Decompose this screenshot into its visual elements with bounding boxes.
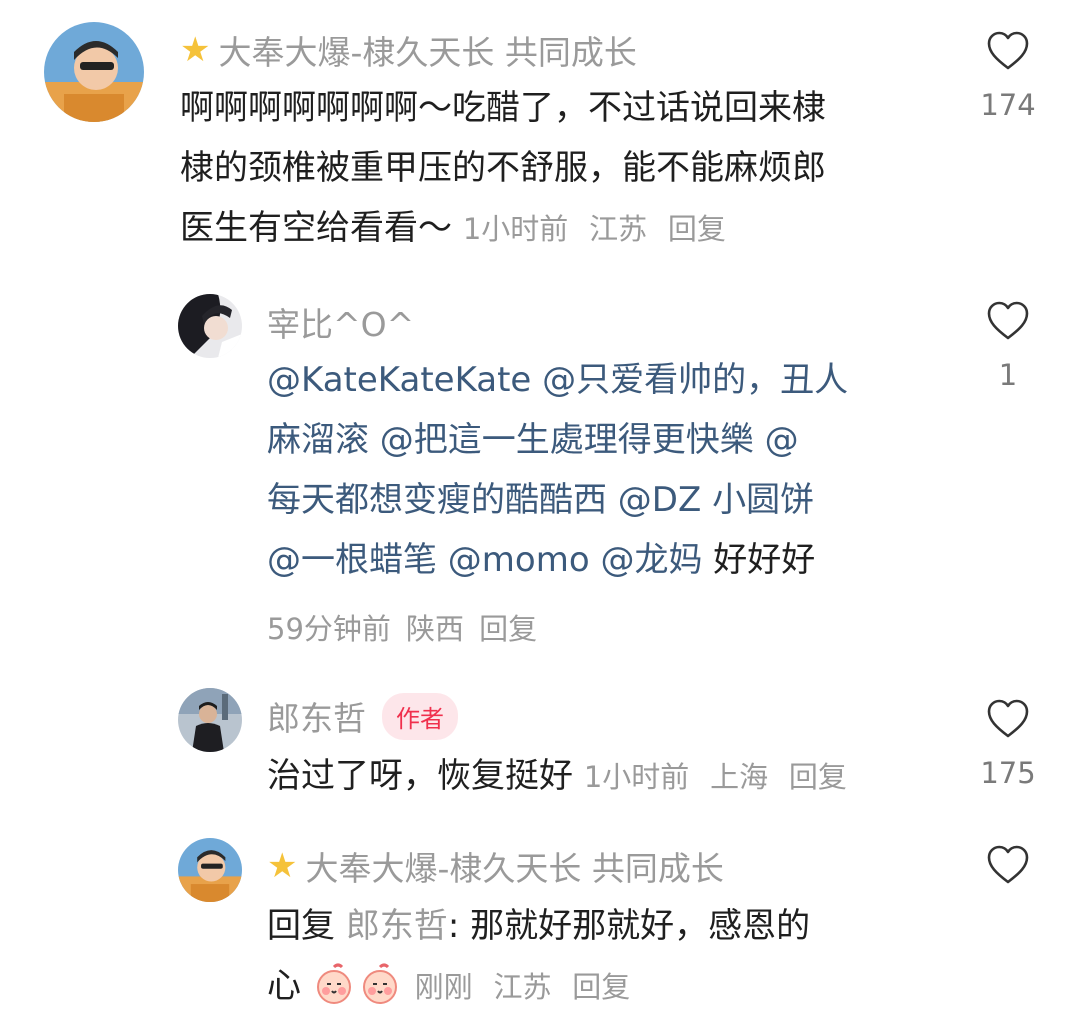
like-button[interactable]: [968, 844, 1048, 886]
comment-line[interactable]: 每天都想变瘦的酷酷西 @DZ 小圆饼: [267, 470, 947, 530]
reply-button[interactable]: 回复: [479, 612, 537, 646]
comment-line-text: : 那就好那就好，感恩的: [447, 906, 811, 946]
mention-list[interactable]: @一根蜡笔 @momo @龙妈: [267, 540, 702, 580]
location: 陕西: [406, 612, 465, 646]
blush-emoji: [362, 963, 397, 1004]
comment-header: ★ 大奉大爆-棣久天长 共同成长: [180, 26, 637, 74]
comment-text: 回复 郎东哲: 那就好那就好，感恩的 心 刚刚 江苏 回复: [267, 896, 967, 1017]
user-avatar-image: [44, 22, 144, 122]
comment-header: ★ 大奉大爆-棣久天长 共同成长: [267, 842, 724, 890]
reply-item: ★ 大奉大爆-棣久天长 共同成长 回复 郎东哲: 那就好那就好，感恩的 心 刚刚…: [0, 830, 1080, 1036]
username[interactable]: 大奉大爆-棣久天长 共同成长: [305, 842, 723, 890]
location: 上海: [710, 760, 769, 794]
comment-text: 啊啊啊啊啊啊啊～吃醋了，不过话说回来棣 棣的颈椎被重甲压的不舒服，能不能麻烦郎 …: [180, 78, 950, 259]
timestamp: 1小时前: [583, 760, 690, 794]
reply-item: 宰比^O^ @KateKateKate @只爱看帅的，丑人 麻溜滚 @把這一生處…: [0, 270, 1080, 660]
comment-meta: 59分钟前 陕西 回复: [267, 606, 537, 648]
like-count: 175: [980, 756, 1036, 790]
user-avatar-image: [178, 838, 242, 902]
avatar[interactable]: [178, 688, 242, 752]
timestamp: 1小时前: [462, 212, 569, 246]
heart-icon: [987, 31, 1029, 70]
reply-target-username[interactable]: 郎东哲: [346, 906, 448, 946]
comment-line: @一根蜡笔 @momo @龙妈 好好好: [267, 530, 947, 590]
avatar[interactable]: [178, 294, 242, 358]
comment-line-text: 治过了呀，恢复挺好: [267, 756, 573, 796]
star-icon: ★: [180, 30, 211, 70]
username[interactable]: 宰比^O^: [267, 298, 414, 346]
comment-line-text: 心: [267, 966, 301, 1006]
comment-line[interactable]: @KateKateKate @只爱看帅的，丑人: [267, 350, 947, 410]
comment-line: 医生有空给看看～ 1小时前 江苏 回复: [180, 198, 950, 259]
comment-line: 棣的颈椎被重甲压的不舒服，能不能麻烦郎: [180, 148, 826, 188]
like-count: 174: [980, 88, 1036, 122]
heart-icon: [987, 301, 1029, 340]
heart-icon: [987, 845, 1029, 884]
reply-item: 郎东哲 作者 治过了呀，恢复挺好 1小时前 上海 回复 175: [0, 670, 1080, 820]
comment-header: 宰比^O^: [267, 298, 414, 346]
reply-button[interactable]: 回复: [789, 760, 847, 794]
username[interactable]: 大奉大爆-棣久天长 共同成长: [218, 26, 636, 74]
like-button[interactable]: 1: [968, 300, 1048, 392]
reply-button[interactable]: 回复: [668, 212, 726, 246]
heart-icon: [987, 699, 1029, 738]
timestamp: 59分钟前: [267, 612, 391, 646]
blush-emoji: [316, 963, 351, 1004]
comment-header: 郎东哲 作者: [267, 692, 458, 740]
comment-line-text: 医生有空给看看～: [180, 208, 452, 248]
author-badge: 作者: [382, 692, 458, 740]
comment-item: ★ 大奉大爆-棣久天长 共同成长 啊啊啊啊啊啊啊～吃醋了，不过话说回来棣 棣的颈…: [0, 0, 1080, 260]
reply-button[interactable]: 回复: [572, 970, 630, 1004]
like-button[interactable]: 174: [968, 30, 1048, 122]
user-avatar-image: [178, 688, 242, 752]
timestamp: 刚刚: [414, 970, 473, 1004]
location: 江苏: [493, 970, 552, 1004]
username[interactable]: 郎东哲: [267, 692, 366, 740]
comment-text: 治过了呀，恢复挺好 1小时前 上海 回复: [267, 746, 947, 807]
like-button[interactable]: 175: [968, 698, 1048, 790]
comment-line-text: 好好好: [702, 540, 816, 580]
star-icon: ★: [267, 846, 298, 886]
avatar[interactable]: [44, 22, 144, 122]
reply-prefix: 回复: [267, 906, 335, 946]
comment-line: 心 刚刚 江苏 回复: [267, 956, 967, 1017]
user-avatar-image: [178, 294, 242, 358]
comment-text: @KateKateKate @只爱看帅的，丑人 麻溜滚 @把這一生處理得更快樂 …: [267, 350, 947, 590]
comment-line[interactable]: 麻溜滚 @把這一生處理得更快樂 @: [267, 410, 947, 470]
location: 江苏: [589, 212, 648, 246]
avatar[interactable]: [178, 838, 242, 902]
like-count: 1: [998, 358, 1018, 392]
comment-line: 回复 郎东哲: 那就好那就好，感恩的: [267, 896, 967, 956]
comment-line: 啊啊啊啊啊啊啊～吃醋了，不过话说回来棣: [180, 88, 826, 128]
